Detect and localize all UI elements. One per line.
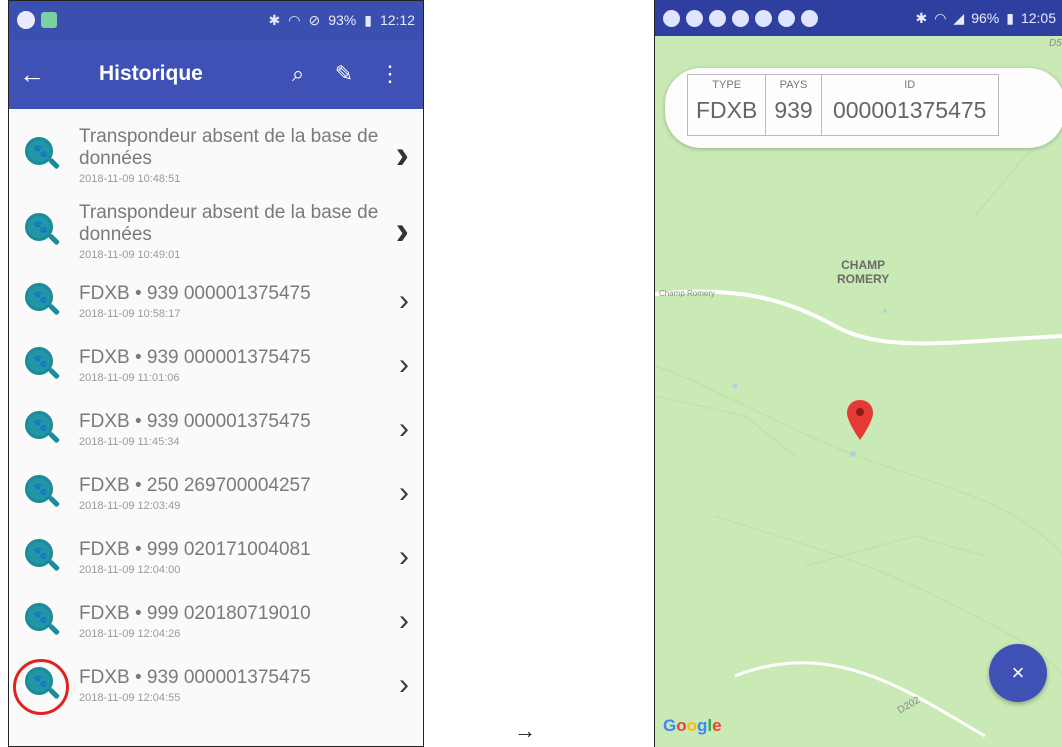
item-title: FDXB • 250 269700004257 — [79, 474, 311, 496]
bluetooth-icon: ✱ — [268, 11, 281, 28]
history-screen: ✱ ◠ ⊘ 93% ▮ 12:12 ← Historique ⌕ ✎ ⋮ 🐾 T… — [8, 0, 424, 747]
chrome-notification-icon — [801, 9, 818, 27]
chevron-right-icon: › — [395, 132, 409, 177]
item-title: FDXB • 999 020180719010 — [79, 602, 311, 624]
app-bar: ← Historique ⌕ ✎ ⋮ — [9, 39, 423, 109]
paw-magnifier-icon: 🐾 — [25, 213, 61, 249]
chevron-right-icon: › — [399, 540, 409, 573]
type-value: FDXB — [696, 97, 758, 123]
item-date: 2018-11-09 10:58:17 — [79, 307, 181, 320]
image-notification-icon — [755, 9, 772, 27]
clock: 12:12 — [379, 12, 415, 28]
list-item[interactable]: 🐾 FDXB • 939 000001375475 2018-11-09 11:… — [9, 333, 423, 397]
paw-magnifier-icon: 🐾 — [25, 603, 61, 639]
list-item-selected[interactable]: 🐾 FDXB • 939 000001375475 2018-11-09 12:… — [9, 653, 423, 717]
list-item[interactable]: 🐾 Transpondeur absent de la base de donn… — [9, 193, 423, 269]
map-place-label: CHAMP ROMERY — [837, 258, 890, 286]
signal-icon: ◢ — [953, 9, 965, 26]
page-title: Historique — [99, 62, 203, 85]
transponder-info-card: TYPE FDXB PAYS 939 ID 000001375475 — [665, 68, 1062, 148]
google-logo: Google — [663, 716, 722, 735]
id-value: 000001375475 — [832, 97, 987, 123]
chevron-right-icon: › — [399, 284, 409, 317]
app-notification-icon — [709, 9, 726, 27]
item-title: Transpondeur absent de la base de donnée… — [79, 201, 379, 245]
id-column: ID 000001375475 — [822, 75, 998, 135]
edit-pencil-icon[interactable]: ✎ — [321, 61, 367, 87]
chevron-right-icon: › — [399, 668, 409, 701]
wifi-icon: ◠ — [288, 11, 301, 28]
item-date: 2018-11-09 11:45:34 — [79, 435, 180, 448]
wifi-icon: ◠ — [934, 9, 947, 26]
paw-magnifier-icon: 🐾 — [25, 475, 61, 511]
pays-column: PAYS 939 — [766, 75, 822, 135]
map-road-label: Champ Romery — [659, 289, 716, 298]
item-title: FDXB • 939 000001375475 — [79, 346, 311, 368]
battery-percent: 93% — [328, 12, 357, 28]
do-not-disturb-icon: ⊘ — [308, 11, 321, 28]
type-column: TYPE FDXB — [688, 75, 767, 135]
app-notification-icon — [17, 11, 35, 29]
type-header: TYPE — [712, 79, 742, 91]
battery-icon: ▮ — [364, 11, 372, 28]
list-item[interactable]: 🐾 FDXB • 939 000001375475 2018-11-09 11:… — [9, 397, 423, 461]
chevron-right-icon: › — [399, 476, 409, 509]
battery-icon: ▮ — [1006, 9, 1014, 26]
mail-notification-icon — [732, 9, 749, 27]
item-date: 2018-11-09 10:48:51 — [79, 172, 181, 185]
id-header: ID — [904, 79, 916, 91]
list-item[interactable]: 🐾 FDXB • 999 020171004081 2018-11-09 12:… — [9, 525, 423, 589]
bluetooth-icon: ✱ — [915, 9, 928, 26]
close-icon: × — [1011, 660, 1025, 685]
item-title: FDXB • 939 000001375475 — [79, 666, 311, 688]
app-notification-icon — [686, 9, 703, 27]
chevron-right-icon: › — [399, 348, 409, 381]
clock: 12:05 — [1020, 10, 1056, 26]
item-title: FDXB • 939 000001375475 — [79, 410, 311, 432]
item-date: 2018-11-09 12:04:55 — [79, 691, 181, 704]
overflow-menu-icon[interactable]: ⋮ — [367, 61, 413, 87]
back-arrow-icon[interactable]: ← — [19, 59, 59, 90]
list-item[interactable]: 🐾 FDXB • 250 269700004257 2018-11-09 12:… — [9, 461, 423, 525]
history-list: 🐾 Transpondeur absent de la base de donn… — [9, 109, 423, 717]
location-pin-icon[interactable] — [847, 400, 873, 440]
item-title: FDXB • 939 000001375475 — [79, 282, 311, 304]
highlight-circle — [13, 659, 69, 715]
pays-header: PAYS — [779, 79, 808, 91]
item-date: 2018-11-09 10:49:01 — [79, 248, 181, 261]
paw-magnifier-icon: 🐾 — [25, 283, 61, 319]
search-icon[interactable]: ⌕ — [275, 61, 321, 87]
chevron-right-icon: › — [399, 412, 409, 445]
image-notification-icon — [41, 12, 57, 28]
sync-notification-icon — [778, 9, 795, 27]
battery-percent: 96% — [971, 10, 1000, 26]
item-title: Transpondeur absent de la base de donnée… — [79, 125, 379, 169]
paw-magnifier-icon: 🐾 — [25, 347, 61, 383]
transponder-info-table: TYPE FDXB PAYS 939 ID 000001375475 — [687, 74, 999, 136]
paw-magnifier-icon: 🐾 — [25, 137, 61, 173]
pays-value: 939 — [774, 97, 813, 123]
paw-magnifier-icon: 🐾 — [25, 411, 61, 447]
item-title: FDXB • 999 020171004081 — [79, 538, 311, 560]
map-screen: ✱ ◠ ◢ 96% ▮ 12:05 CHAMP ROMERY Champ Rom… — [654, 0, 1062, 747]
list-item[interactable]: 🐾 FDXB • 939 000001375475 2018-11-09 10:… — [9, 269, 423, 333]
list-item[interactable]: 🐾 FDXB • 999 020180719010 2018-11-09 12:… — [9, 589, 423, 653]
chevron-right-icon: › — [395, 208, 409, 253]
message-notification-icon — [663, 9, 680, 27]
transition-arrow: → — [514, 718, 536, 743]
paw-magnifier-icon: 🐾 — [25, 539, 61, 575]
item-date: 2018-11-09 11:01:06 — [79, 371, 180, 384]
item-date: 2018-11-09 12:03:49 — [79, 499, 181, 512]
list-item[interactable]: 🐾 Transpondeur absent de la base de donn… — [9, 117, 423, 193]
status-bar: ✱ ◠ ◢ 96% ▮ 12:05 — [655, 0, 1062, 36]
close-fab-button[interactable]: × — [989, 644, 1047, 702]
status-bar: ✱ ◠ ⊘ 93% ▮ 12:12 — [9, 1, 423, 39]
chevron-right-icon: › — [399, 604, 409, 637]
item-date: 2018-11-09 12:04:00 — [79, 563, 181, 576]
item-date: 2018-11-09 12:04:26 — [79, 627, 181, 640]
map-road-label: D5 — [1049, 38, 1062, 49]
